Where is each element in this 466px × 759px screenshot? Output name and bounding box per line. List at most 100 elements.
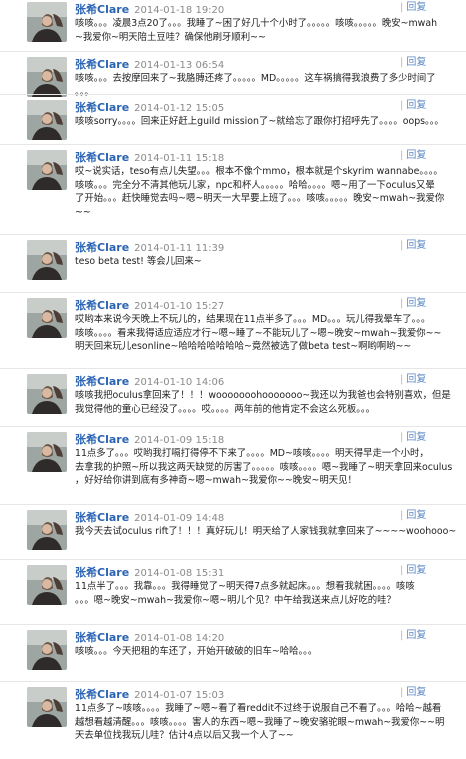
avatar[interactable] xyxy=(27,510,67,550)
timestamp: 2014-01-11 11:39 xyxy=(134,243,225,254)
avatar[interactable] xyxy=(27,57,67,97)
comment-divider xyxy=(0,681,466,682)
reply-link[interactable]: | 回复 xyxy=(400,55,426,71)
author-link[interactable]: 张希Clare xyxy=(75,631,129,644)
author-link[interactable]: 张希Clare xyxy=(75,241,129,254)
author-link[interactable]: 张希Clare xyxy=(75,688,129,701)
reply-label[interactable]: 回复 xyxy=(406,57,426,68)
reply-label[interactable]: 回复 xyxy=(406,2,426,13)
reply-divider: | xyxy=(400,687,404,698)
timestamp: 2014-01-07 15:03 xyxy=(134,690,225,701)
reply-link[interactable]: | 回复 xyxy=(400,508,426,524)
timestamp: 2014-01-09 14:48 xyxy=(134,513,225,524)
avatar[interactable] xyxy=(27,630,67,670)
avatar[interactable] xyxy=(27,150,67,190)
reply-divider: | xyxy=(400,374,404,385)
comment-meta: 张希Clare 2014-01-08 15:31 xyxy=(75,563,224,579)
reply-link[interactable]: | 回复 xyxy=(400,372,426,388)
reply-label[interactable]: 回复 xyxy=(406,240,426,251)
reply-link[interactable]: | 回复 xyxy=(400,98,426,114)
comment-text-line: 11点半了。。。我靠。。。我得睡觉了~明天得7点多就起床。。。想看我就困。。。。… xyxy=(75,581,415,592)
reply-label[interactable]: 回复 xyxy=(406,432,426,443)
comment-text-line: 咳咳。。。完全分不清其他玩儿家，npc和杯人。。。。。哈哈。。。。嗯~用了一下o… xyxy=(75,179,435,191)
reply-link[interactable]: | 回复 xyxy=(400,628,426,644)
avatar[interactable] xyxy=(27,374,67,414)
comment-divider xyxy=(0,368,466,369)
comment-meta: 张希Clare 2014-01-10 15:27 xyxy=(75,296,224,312)
reply-divider: | xyxy=(400,630,404,641)
comment-text-line: 咳咳我把oculus拿回来了！！！wooooooohooooooo~我还以为我爸… xyxy=(75,390,451,401)
author-link[interactable]: 张希Clare xyxy=(75,375,129,388)
comment-text-line: 咳咳。。。今天把租的车还了，开始开破破的旧车~哈哈。。。 xyxy=(75,646,318,657)
comment-divider xyxy=(0,559,466,560)
reply-label[interactable]: 回复 xyxy=(406,510,426,521)
comment-meta: 张希Clare 2014-01-09 15:18 xyxy=(75,430,224,446)
comment-text-line: 明天回来玩儿esonline~哈哈哈哈哈哈哈~竟然被选了做beta test~啊… xyxy=(75,341,412,352)
comment-text-line: 咳咳。。。。看来我得适应适应才行~嗯~睡了~不能玩儿了~嗯~晚安~mwah~我爱… xyxy=(75,327,442,339)
comment-text-line: 11点多了。。。哎哟我打嗝打得停不下来了。。。。MD~咳咳。。。。明天得早走一个… xyxy=(75,448,429,459)
comment-text-line: 我觉得他的童心已经没了。。。。哎。。。。两年前的他肯定不会这么死板。。。 xyxy=(75,403,375,415)
avatar[interactable] xyxy=(27,2,67,42)
reply-label[interactable]: 回复 xyxy=(406,687,426,698)
timestamp: 2014-01-08 15:31 xyxy=(134,568,225,579)
comment-divider xyxy=(0,292,466,293)
reply-divider: | xyxy=(400,510,404,521)
reply-link[interactable]: | 回复 xyxy=(400,0,426,16)
reply-label[interactable]: 回复 xyxy=(406,630,426,641)
timestamp: 2014-01-10 14:06 xyxy=(134,377,225,388)
reply-link[interactable]: | 回复 xyxy=(400,296,426,312)
timestamp: 2014-01-12 15:05 xyxy=(134,103,225,114)
author-link[interactable]: 张希Clare xyxy=(75,3,129,16)
comment-text-line: 我今天去试oculus rift了！！！真好玩儿！明天给了人家钱我就拿回来了~~… xyxy=(75,526,457,537)
timestamp: 2014-01-18 19:20 xyxy=(134,5,225,16)
timestamp: 2014-01-13 06:54 xyxy=(134,60,225,71)
reply-label[interactable]: 回复 xyxy=(406,150,426,161)
author-link[interactable]: 张希Clare xyxy=(75,433,129,446)
author-link[interactable]: 张希Clare xyxy=(75,101,129,114)
comment-divider xyxy=(0,51,466,52)
author-link[interactable]: 张希Clare xyxy=(75,151,129,164)
comment-body: 咳咳。。。凌晨3点20了。。。我睡了~困了好几十个小时了。。。。。咳咳。。。。。… xyxy=(75,17,462,44)
avatar[interactable] xyxy=(27,240,67,280)
comment-text-line: 咳咳sorry。。。。回来正好赶上guild mission了~就给忘了跟你打招… xyxy=(75,116,444,127)
comment-body: 我今天去试oculus rift了！！！真好玩儿！明天给了人家钱我就拿回来了~~… xyxy=(75,525,462,539)
reply-link[interactable]: | 回复 xyxy=(400,148,426,164)
reply-label[interactable]: 回复 xyxy=(406,565,426,576)
reply-link[interactable]: | 回复 xyxy=(400,430,426,446)
comment-body: 哎~说实话，teso有点儿失望。。。根本不像个mmo，根本就是个skyrim w… xyxy=(75,165,462,219)
timestamp: 2014-01-10 15:27 xyxy=(134,301,225,312)
comment-text-line: ~我爱你~明天陪土豆哇？确保他刷牙顺利~~ xyxy=(75,31,266,43)
comment-meta: 张希Clare 2014-01-08 14:20 xyxy=(75,628,224,644)
avatar[interactable] xyxy=(27,298,67,338)
reply-link[interactable]: | 回复 xyxy=(400,563,426,579)
reply-divider: | xyxy=(400,100,404,111)
comment-meta: 张希Clare 2014-01-13 06:54 xyxy=(75,55,224,71)
reply-divider: | xyxy=(400,298,404,309)
author-link[interactable]: 张希Clare xyxy=(75,566,129,579)
comment-text-line: 越想看越清醒。。。咳咳。。。。害人的东西~嗯~我睡了~晚安骆驼眼~mwah~我爱… xyxy=(75,716,445,728)
comment-feed: 张希Clare 2014-01-18 19:20 | 回复 咳咳。。。凌晨3点20了。。… xyxy=(0,0,466,759)
comment-text-line: ，好好给你讲到底有多神奇~嗯~mwah~我爱你~~晚安~明天见！ xyxy=(75,475,357,486)
avatar[interactable] xyxy=(27,565,67,605)
author-link[interactable]: 张希Clare xyxy=(75,299,129,312)
reply-label[interactable]: 回复 xyxy=(406,298,426,309)
author-link[interactable]: 张希Clare xyxy=(75,511,129,524)
comment-divider xyxy=(0,624,466,625)
author-link[interactable]: 张希Clare xyxy=(75,58,129,71)
comment-text-line: 11点多了~咳咳。。。。我睡了~嗯~看了看reddit不过终于说服自己不看了。。… xyxy=(75,703,442,714)
comment-meta: 张希Clare 2014-01-18 19:20 xyxy=(75,0,224,16)
avatar[interactable] xyxy=(27,432,67,472)
reply-link[interactable]: | 回复 xyxy=(400,238,426,254)
reply-label[interactable]: 回复 xyxy=(406,100,426,111)
comment-divider xyxy=(0,144,466,145)
reply-divider: | xyxy=(400,240,404,251)
reply-label[interactable]: 回复 xyxy=(406,374,426,385)
reply-divider: | xyxy=(400,150,404,161)
comment-body: 咳咳sorry。。。。回来正好赶上guild mission了~就给忘了跟你打招… xyxy=(75,115,462,129)
comment-divider xyxy=(0,94,466,95)
reply-link[interactable]: | 回复 xyxy=(400,685,426,701)
avatar[interactable] xyxy=(27,687,67,727)
comment-text-line: 了开始。。。赶快睡觉去吗~嗯~明天一大早要上班了。。。咳咳。。。。。晚安~mwa… xyxy=(75,193,445,204)
avatar[interactable] xyxy=(27,100,67,140)
comment-meta: 张希Clare 2014-01-09 14:48 xyxy=(75,508,224,524)
